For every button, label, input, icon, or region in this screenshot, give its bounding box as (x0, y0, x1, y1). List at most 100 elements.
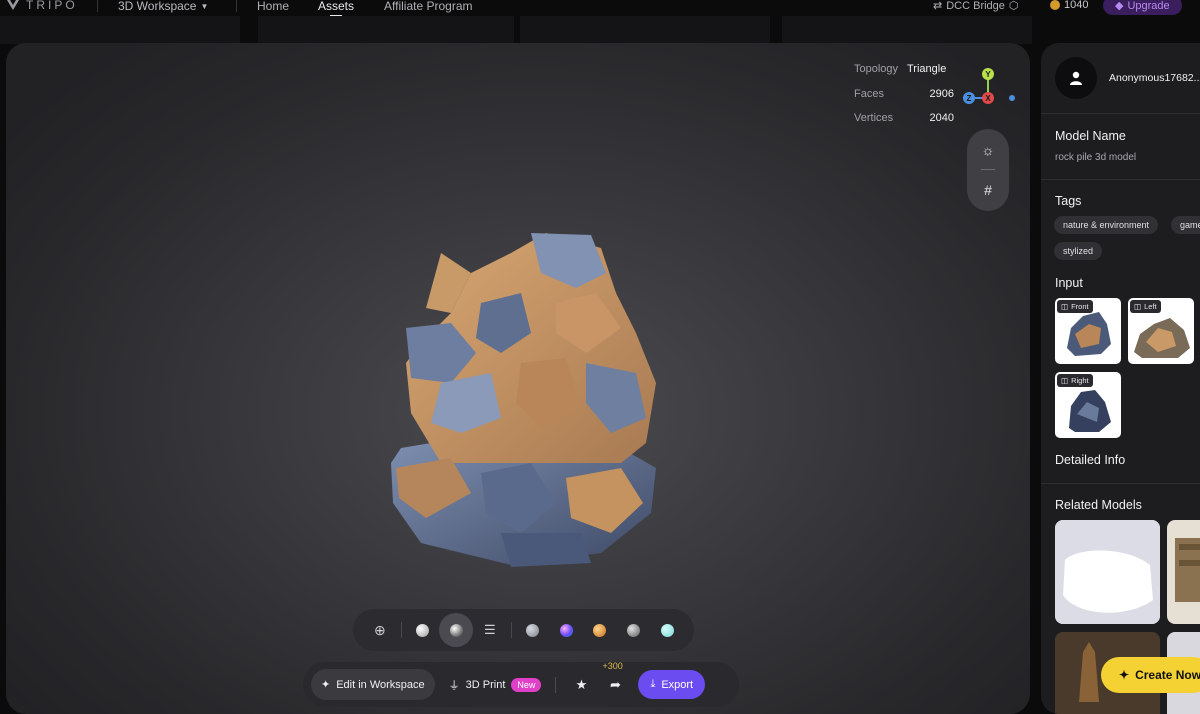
input-image-left[interactable]: ◫ Left (1128, 298, 1194, 364)
model-action-bar: ✦ Edit in Workspace ⏚ 3D Print New ★ +30… (303, 661, 739, 707)
iridescent-matcap-button[interactable] (549, 613, 583, 647)
create-now-button[interactable]: ✦ Create Now (1101, 657, 1200, 693)
nav-assets[interactable]: Assets (318, 0, 354, 17)
view-label-text: Right (1071, 376, 1089, 385)
model-details-panel: Anonymous17682... Model Name rock pile 3… (1041, 43, 1200, 714)
adjust-sliders-icon: ☰ (484, 622, 496, 637)
divider (555, 676, 557, 693)
export-button[interactable]: ⤓ Export (638, 670, 706, 699)
dark-matcap-button[interactable] (617, 613, 651, 647)
gold-matcap-button[interactable] (583, 613, 617, 647)
view-label: ◫ Left (1130, 300, 1161, 313)
divider (981, 169, 995, 171)
x-axis-handle[interactable]: X (982, 92, 994, 104)
stat-value: Triangle (907, 63, 947, 76)
workspace-dropdown[interactable]: 3D Workspace ▼ (118, 0, 208, 13)
dark-matcap-icon (627, 623, 640, 637)
stat-label: Faces (854, 87, 884, 100)
tag-chip[interactable]: stylized (1054, 242, 1103, 260)
diamond-icon: ◆ (1115, 0, 1124, 12)
workspace-label: 3D Workspace (118, 0, 197, 13)
related-models-heading: Related Models (1055, 498, 1142, 512)
camera-icon: ◫ (1061, 376, 1069, 385)
credits-display[interactable]: 1040 (1050, 0, 1088, 11)
related-model-card[interactable] (1167, 520, 1200, 624)
input-image-front[interactable]: ◫ Front (1055, 298, 1121, 364)
stat-value: 2906 (929, 87, 954, 100)
view-label-text: Front (1071, 302, 1089, 311)
iridescent-matcap-icon (559, 623, 573, 637)
y-axis-handle[interactable]: Y (982, 68, 994, 80)
stat-label: Vertices (854, 112, 894, 125)
user-icon (1070, 71, 1082, 85)
username: Anonymous17682... (1109, 72, 1200, 84)
adjust-material-button[interactable]: ☰ (473, 613, 507, 647)
logo-text: TRIPO (26, 0, 78, 12)
clay-material-icon (415, 623, 429, 637)
related-model-card[interactable] (1055, 520, 1160, 624)
gold-matcap-icon (593, 623, 607, 637)
chevron-down-icon: ▼ (200, 1, 209, 11)
input-heading: Input (1055, 276, 1083, 290)
stat-label: Topology (854, 63, 899, 76)
sparkle-icon: ✦ (321, 679, 331, 691)
coin-icon (1050, 0, 1060, 10)
gray-matcap-button[interactable] (516, 613, 550, 647)
credits-value: 1040 (1064, 0, 1089, 11)
z-axis-handle[interactable]: Z (963, 92, 975, 104)
nav-affiliate-program[interactable]: Affiliate Program (384, 0, 472, 13)
wireframe-globe-icon: ⊕ (373, 621, 386, 638)
cyan-matcap-button[interactable] (650, 613, 684, 647)
stat-faces: Faces 2906 (854, 82, 957, 107)
tags-heading: Tags (1055, 194, 1082, 208)
tripo-logo-icon (7, 0, 19, 10)
cyan-matcap-icon (660, 623, 674, 637)
export-label: Export (661, 678, 694, 691)
orientation-gizmo[interactable]: Y X Z (959, 55, 1019, 115)
dcc-bridge-button[interactable]: ⇄ DCC Bridge ⬡ (933, 0, 1019, 12)
author-info[interactable]: Anonymous17682... (1055, 57, 1200, 99)
3d-print-button[interactable]: ⏚ 3D Print New (449, 677, 542, 693)
edit-in-workspace-button[interactable]: ✦ Edit in Workspace (311, 669, 435, 700)
3d-viewport[interactable]: Topology Triangle Faces 2906 Vertices 20… (6, 43, 1030, 714)
wireframe-button[interactable]: ⊕ (363, 613, 397, 647)
clay-material-button[interactable] (406, 613, 440, 647)
upgrade-button[interactable]: ◆ Upgrade (1103, 0, 1182, 15)
background-strip (0, 16, 240, 44)
stat-value: 2040 (929, 112, 954, 125)
swap-arrows-icon: ⇄ (933, 0, 943, 12)
sparkle-icon: ✦ (1119, 668, 1130, 682)
divider (510, 622, 512, 638)
model-name-value: rock pile 3d model (1055, 152, 1137, 163)
background-strip (782, 16, 1032, 44)
divider (97, 0, 98, 12)
share-arrow-icon: ➦ (609, 676, 621, 692)
dcc-bridge-label: DCC Bridge (946, 0, 1005, 12)
textured-material-icon (449, 623, 463, 637)
input-image-right[interactable]: ◫ Right (1055, 372, 1121, 438)
background-strip (520, 16, 770, 44)
tag-chip[interactable]: game (1171, 216, 1200, 234)
gizmo-axes (969, 74, 1015, 101)
material-toolbar: ⊕ ☰ (353, 609, 694, 651)
printer-icon: ⏚ (448, 679, 460, 692)
cube-icon: ⬡ (1008, 0, 1019, 12)
camera-icon: ◫ (1061, 302, 1069, 311)
gray-matcap-icon (525, 623, 539, 637)
viewer-tools: ☼ # (967, 129, 1009, 211)
detailed-info-heading[interactable]: Detailed Info (1055, 453, 1125, 467)
view-label: ◫ Right (1057, 374, 1093, 387)
tag-chip[interactable]: nature & environment (1054, 216, 1159, 234)
nav-home[interactable]: Home (257, 0, 289, 13)
lighting-icon[interactable]: ☼ (982, 143, 995, 157)
share-button[interactable]: +300 ➦ (602, 661, 626, 693)
related-model-preview (1175, 538, 1200, 602)
download-icon: ⤓ (650, 678, 656, 690)
edit-in-workspace-label: Edit in Workspace (336, 678, 425, 691)
textured-material-button[interactable] (439, 613, 473, 647)
view-label-text: Left (1144, 302, 1157, 311)
favorite-button[interactable]: ★ (570, 677, 592, 693)
grid-icon[interactable]: # (984, 183, 992, 197)
tripo-logo[interactable]: TRIPO (6, 0, 78, 12)
top-navigation-bar: TRIPO 3D Workspace ▼ Home Assets Affilia… (0, 0, 1200, 17)
